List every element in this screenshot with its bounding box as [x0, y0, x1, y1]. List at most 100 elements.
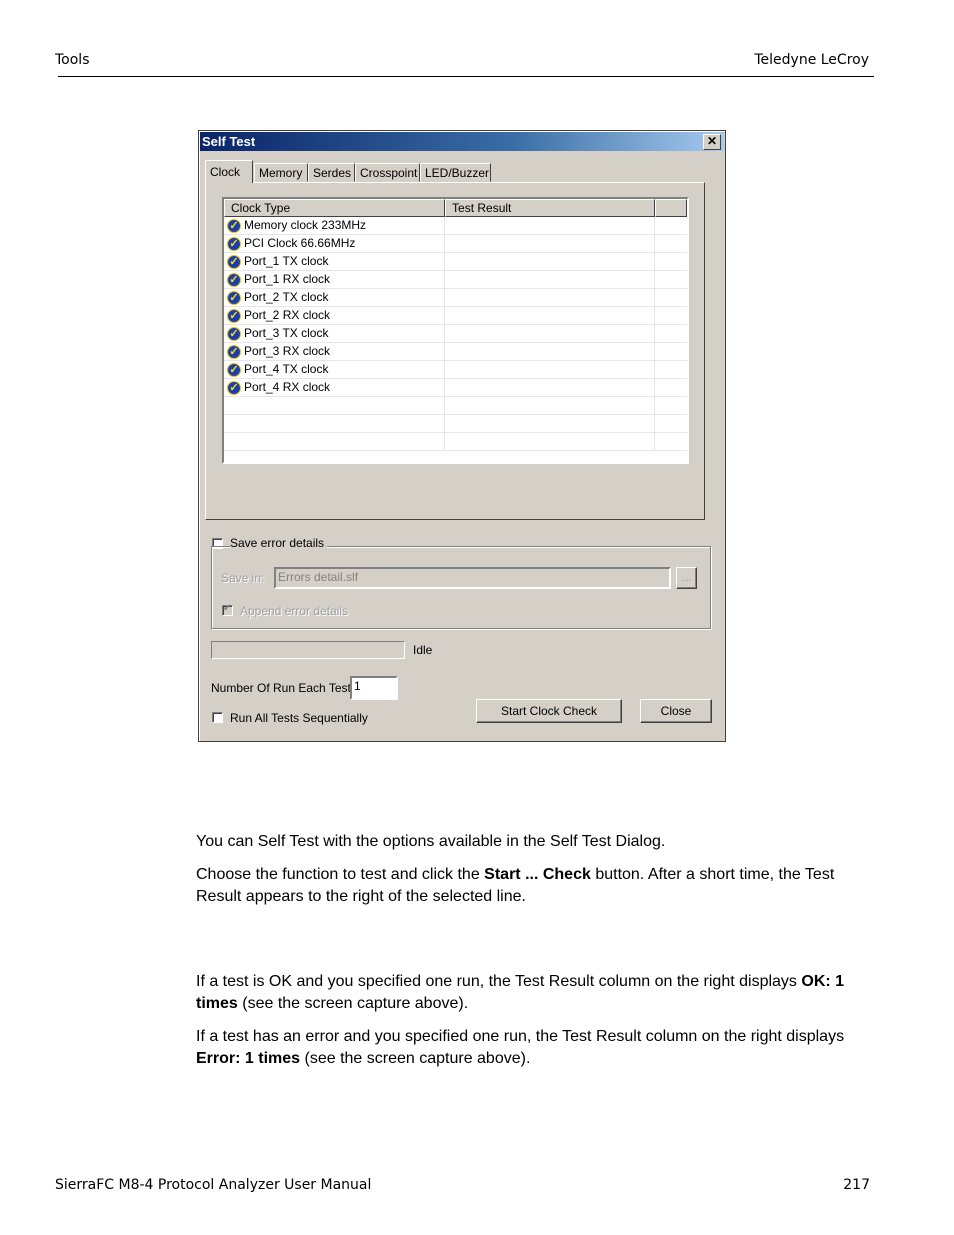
- save-in-path-field[interactable]: Errors detail.slf: [274, 567, 671, 589]
- clock-type-cell: ✓ Port_2 RX clock: [224, 307, 446, 324]
- blank-cell: [655, 307, 687, 324]
- text: Choose the function to test and click th…: [196, 866, 485, 883]
- clock-type-label: Port_4 RX clock: [244, 380, 331, 394]
- clock-type-label: Port_3 RX clock: [244, 344, 331, 358]
- page-number: 217: [843, 1177, 870, 1193]
- table-row[interactable]: ✓ PCI Clock 66.66MHz: [224, 235, 687, 253]
- blank-cell: [655, 235, 687, 252]
- empty-table-row: [224, 433, 687, 451]
- empty-cell: [224, 433, 446, 450]
- empty-cell: [655, 415, 687, 432]
- text: (see the screen capture above).: [300, 1050, 531, 1067]
- clock-type-label: Port_4 TX clock: [244, 362, 329, 376]
- header-rule: [58, 76, 874, 77]
- paragraph-intro: You can Self Test with the options avail…: [196, 833, 666, 850]
- empty-cell: [224, 397, 446, 414]
- test-result-cell: [445, 343, 656, 360]
- check-shield-icon: ✓: [227, 272, 241, 287]
- test-result-cell: [445, 361, 656, 378]
- close-button[interactable]: Close: [640, 699, 712, 723]
- start-clock-check-button[interactable]: Start Clock Check: [476, 699, 622, 723]
- blank-cell: [655, 325, 687, 342]
- table-row[interactable]: ✓ Port_4 TX clock: [224, 361, 687, 379]
- table-row[interactable]: ✓ Port_3 TX clock: [224, 325, 687, 343]
- column-header-blank[interactable]: [655, 199, 687, 217]
- test-result-cell: [445, 325, 656, 342]
- dialog-title: Self Test: [202, 134, 256, 149]
- table-row[interactable]: ✓ Port_1 RX clock: [224, 271, 687, 289]
- bold-text: Start ... Check: [484, 866, 591, 883]
- empty-cell: [445, 397, 656, 414]
- test-result-cell: [445, 379, 656, 396]
- text: If a test is OK and you specified one ru…: [196, 973, 802, 990]
- empty-cell: [655, 397, 687, 414]
- status-text: Idle: [413, 643, 433, 657]
- clock-type-cell: ✓ Port_3 TX clock: [224, 325, 446, 342]
- empty-table-row: [224, 397, 687, 415]
- paragraph-ok-result: If a test is OK and you specified one ru…: [196, 971, 876, 1015]
- blank-cell: [655, 343, 687, 360]
- clock-test-list[interactable]: Clock Type Test Result ✓ Memory clock 233…: [222, 197, 689, 464]
- column-header-test-result[interactable]: Test Result: [445, 199, 656, 217]
- clock-type-cell: ✓ Port_1 TX clock: [224, 253, 446, 270]
- text: If a test has an error and you specified…: [196, 1028, 845, 1045]
- blank-cell: [655, 217, 687, 234]
- table-row[interactable]: ✓ Port_1 TX clock: [224, 253, 687, 271]
- tab-led-buzzer[interactable]: LED/Buzzer: [420, 163, 491, 182]
- list-body: ✓ Memory clock 233MHz ✓ PCI Clock 66.66MHz ✓…: [224, 217, 687, 451]
- tab-memory[interactable]: Memory: [254, 163, 308, 182]
- table-row[interactable]: ✓ Port_2 RX clock: [224, 307, 687, 325]
- browse-button[interactable]: ...: [676, 567, 697, 589]
- table-row[interactable]: ✓ Memory clock 233MHz: [224, 217, 687, 235]
- blank-cell: [655, 361, 687, 378]
- tab-clock[interactable]: Clock: [205, 160, 253, 183]
- check-shield-icon: ✓: [227, 308, 241, 323]
- test-result-cell: [445, 271, 656, 288]
- clock-type-cell: ✓ Port_1 RX clock: [224, 271, 446, 288]
- check-shield-icon: ✓: [227, 290, 241, 305]
- clock-type-cell: ✓ Port_3 RX clock: [224, 343, 446, 360]
- paragraph-error-result: If a test has an error and you specified…: [196, 1026, 876, 1070]
- tab-serdes[interactable]: Serdes: [308, 163, 355, 182]
- clock-type-cell: ✓ PCI Clock 66.66MHz: [224, 235, 446, 252]
- dialog-titlebar[interactable]: Self Test ✕: [200, 132, 724, 151]
- check-shield-icon: ✓: [227, 254, 241, 269]
- bold-text: Error: 1 times: [196, 1050, 301, 1067]
- blank-cell: [655, 289, 687, 306]
- table-row[interactable]: ✓ Port_4 RX clock: [224, 379, 687, 397]
- clock-tab-panel: Clock Type Test Result ✓ Memory clock 233…: [205, 182, 705, 520]
- table-row[interactable]: ✓ Port_3 RX clock: [224, 343, 687, 361]
- paragraph-choose-function: Choose the function to test and click th…: [196, 864, 876, 908]
- test-result-cell: [445, 253, 656, 270]
- test-progress-bar: [211, 641, 405, 659]
- close-icon[interactable]: ✕: [703, 134, 721, 150]
- clock-type-label: Port_1 RX clock: [244, 272, 331, 286]
- test-result-cell: [445, 307, 656, 324]
- column-header-clock-type[interactable]: Clock Type: [224, 199, 446, 217]
- clock-type-cell: ✓ Port_4 RX clock: [224, 379, 446, 396]
- check-shield-icon: ✓: [227, 362, 241, 377]
- test-result-cell: [445, 289, 656, 306]
- append-error-details-checkbox[interactable]: ✔: [222, 603, 233, 616]
- tab-crosspoint[interactable]: Crosspoint: [355, 163, 420, 182]
- list-header: Clock Type Test Result: [224, 199, 687, 217]
- table-row[interactable]: ✓ Port_2 TX clock: [224, 289, 687, 307]
- empty-cell: [445, 433, 656, 450]
- run-all-tests-checkbox[interactable]: [212, 712, 223, 723]
- text: (see the screen capture above).: [237, 995, 469, 1012]
- header-section-title: Tools: [55, 52, 90, 68]
- save-error-details-label: Save error details: [230, 536, 328, 550]
- clock-type-cell: ✓ Port_2 TX clock: [224, 289, 446, 306]
- blank-cell: [655, 253, 687, 270]
- clock-type-label: Port_1 TX clock: [244, 254, 329, 268]
- empty-table-row: [224, 415, 687, 433]
- check-shield-icon: ✓: [227, 218, 241, 233]
- check-shield-icon: ✓: [227, 380, 241, 395]
- run-all-tests-label: Run All Tests Sequentially: [230, 711, 368, 725]
- check-shield-icon: ✓: [227, 326, 241, 341]
- blank-cell: [655, 379, 687, 396]
- clock-type-label: Memory clock 233MHz: [244, 218, 367, 232]
- number-of-run-input[interactable]: 1: [350, 676, 398, 700]
- empty-cell: [224, 415, 446, 432]
- blank-cell: [655, 271, 687, 288]
